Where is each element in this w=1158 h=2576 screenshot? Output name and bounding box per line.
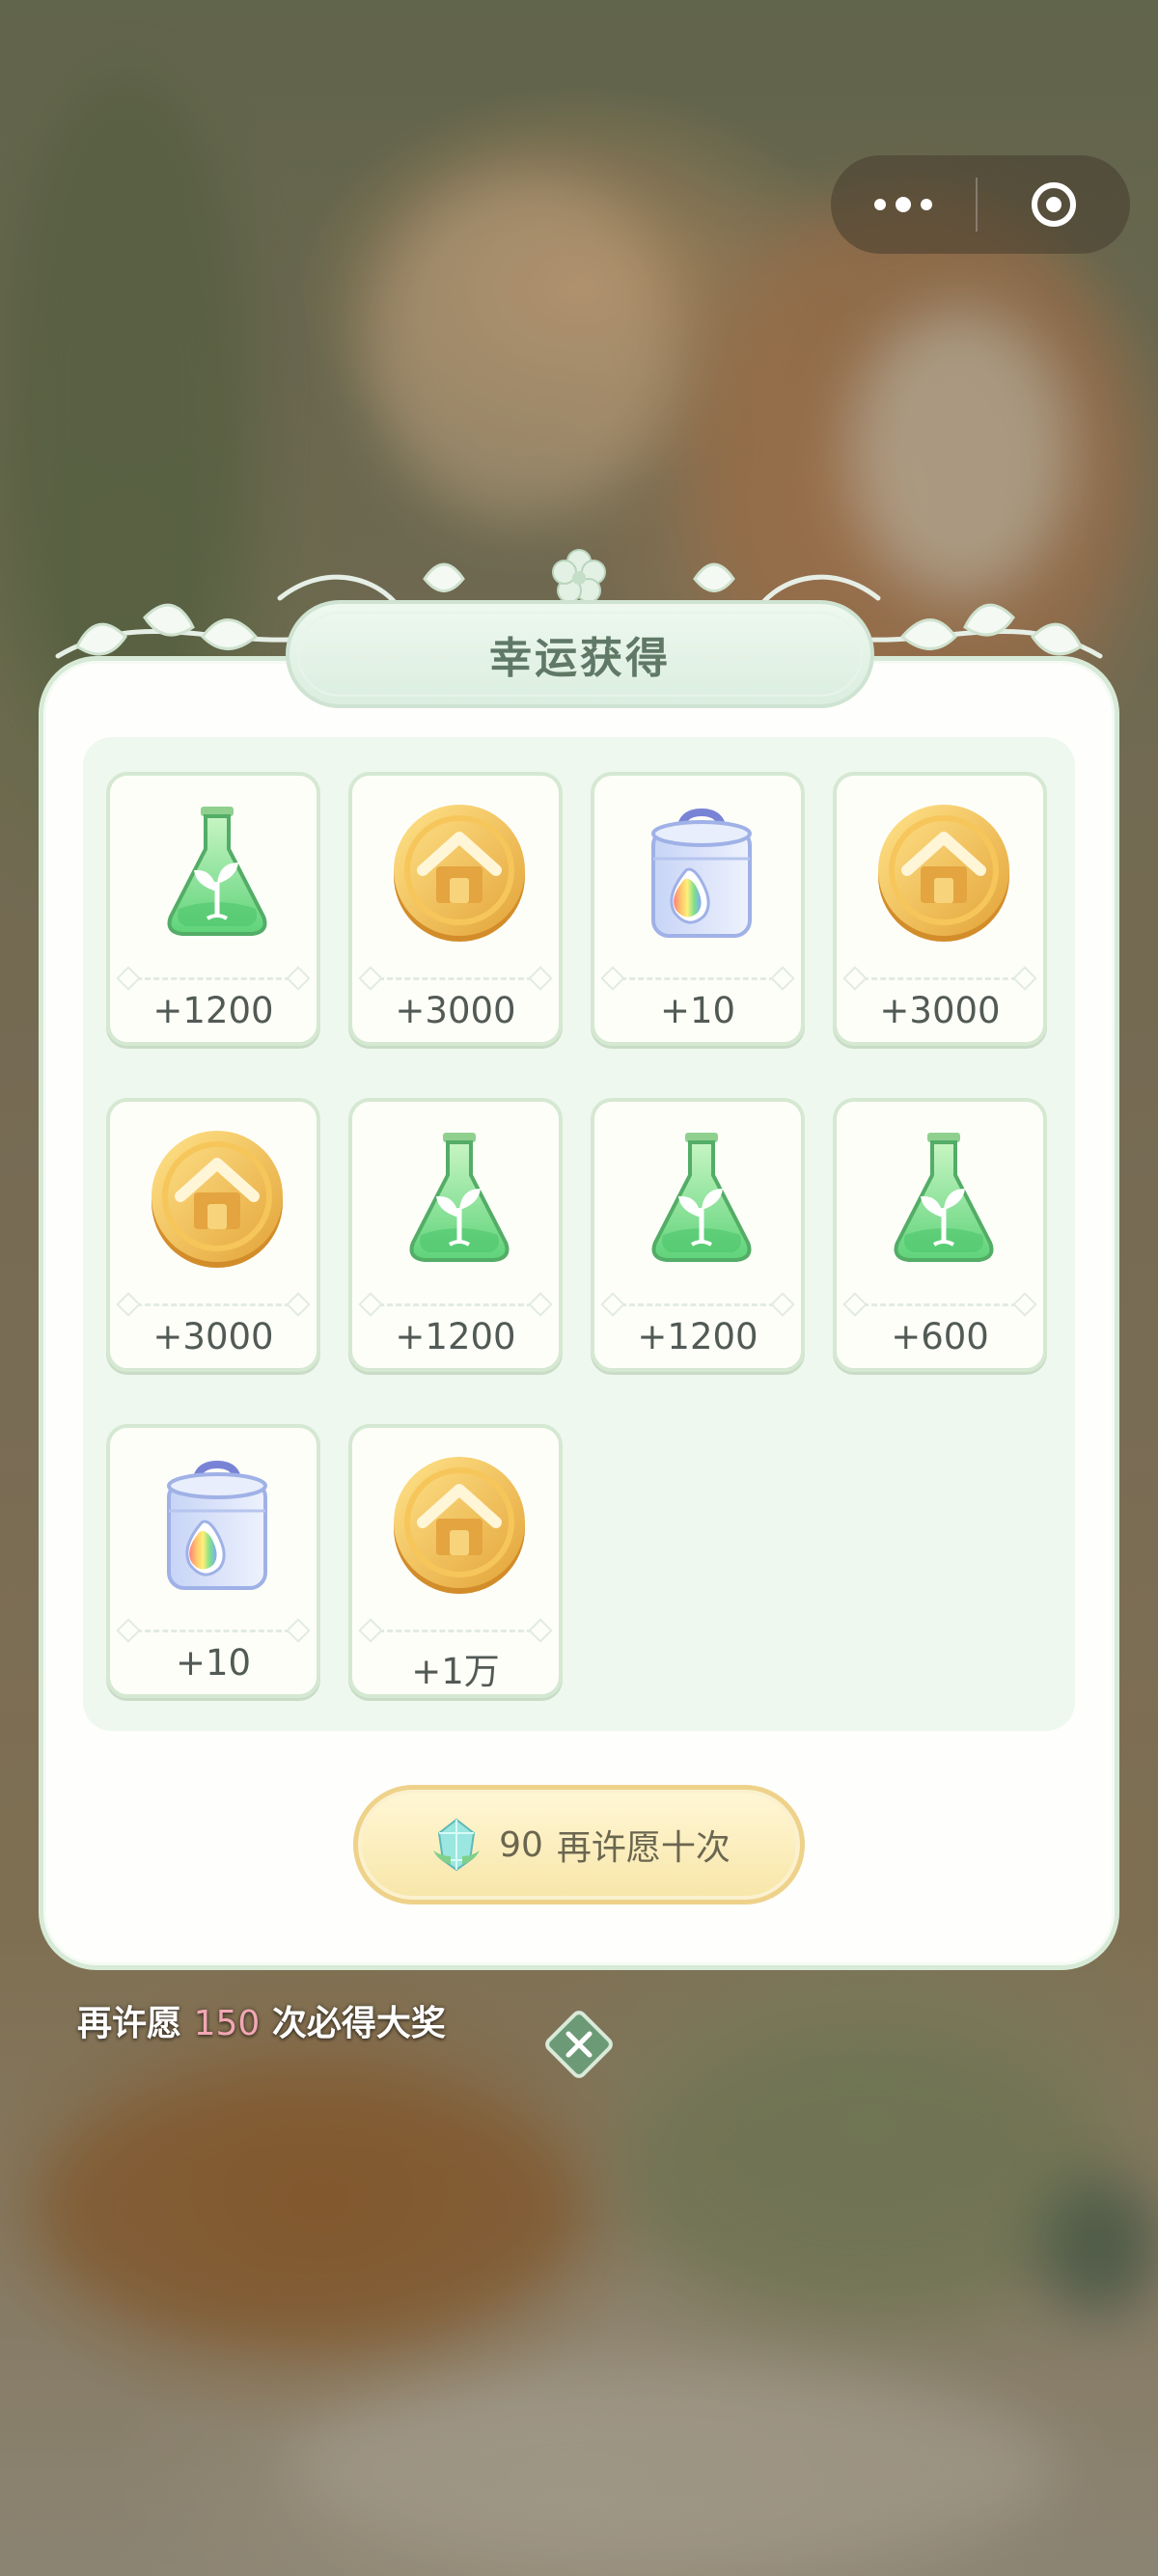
gold-coin-icon: [867, 795, 1021, 949]
more-dots-icon[interactable]: [831, 155, 976, 254]
reward-card[interactable]: +3000: [833, 772, 1047, 1046]
wish-ten-button[interactable]: 90 再许愿十次: [353, 1785, 805, 1905]
reward-amount: +1200: [395, 1316, 516, 1357]
reward-card[interactable]: +10: [106, 1424, 320, 1698]
green-potion-icon: [624, 1121, 779, 1275]
reward-amount: +600: [891, 1316, 989, 1357]
reward-amount: +1200: [152, 990, 274, 1031]
target-icon[interactable]: [978, 182, 1130, 227]
reward-card[interactable]: +600: [833, 1098, 1047, 1372]
rainbow-bucket-icon: [624, 795, 779, 949]
panel-title: 幸运获得: [489, 634, 671, 683]
reward-card[interactable]: +1200: [106, 772, 320, 1046]
reward-amount: +10: [175, 1642, 252, 1684]
pity-count: 150: [193, 2004, 261, 2043]
green-potion-icon: [382, 1121, 537, 1275]
reward-amount: +1万: [411, 1651, 500, 1692]
gold-coin-icon: [382, 795, 537, 949]
panel-title-plate: 幸运获得: [286, 600, 874, 708]
reward-card[interactable]: +3000: [106, 1098, 320, 1372]
green-potion-icon: [140, 795, 294, 949]
wish-button-label: 再许愿十次: [556, 1828, 731, 1868]
gold-coin-icon: [140, 1121, 294, 1275]
flower-emblem-icon: [552, 549, 606, 603]
rainbow-bucket-icon: [140, 1447, 294, 1602]
crystal-gem-icon: [427, 1816, 485, 1874]
close-icon[interactable]: [541, 2007, 617, 2082]
mini-program-capsule: [831, 155, 1130, 254]
pity-prefix: 再许愿: [77, 2004, 182, 2043]
reward-amount: +1200: [637, 1316, 758, 1357]
pity-suffix: 次必得大奖: [271, 2004, 446, 2043]
reward-card[interactable]: +10: [591, 772, 805, 1046]
wish-cost: 90: [499, 1824, 543, 1865]
reward-amount: +3000: [152, 1316, 274, 1357]
reward-amount: +10: [659, 990, 736, 1031]
green-potion-icon: [867, 1121, 1021, 1275]
reward-amount: +3000: [395, 990, 516, 1031]
reward-card[interactable]: +3000: [348, 772, 563, 1046]
pity-counter-text: 再许愿 150 次必得大奖: [77, 1995, 446, 2045]
reward-card[interactable]: +1万: [348, 1424, 563, 1698]
reward-amount: +3000: [879, 990, 1001, 1031]
gold-coin-icon: [382, 1447, 537, 1602]
reward-card[interactable]: +1200: [348, 1098, 563, 1372]
reward-card[interactable]: +1200: [591, 1098, 805, 1372]
